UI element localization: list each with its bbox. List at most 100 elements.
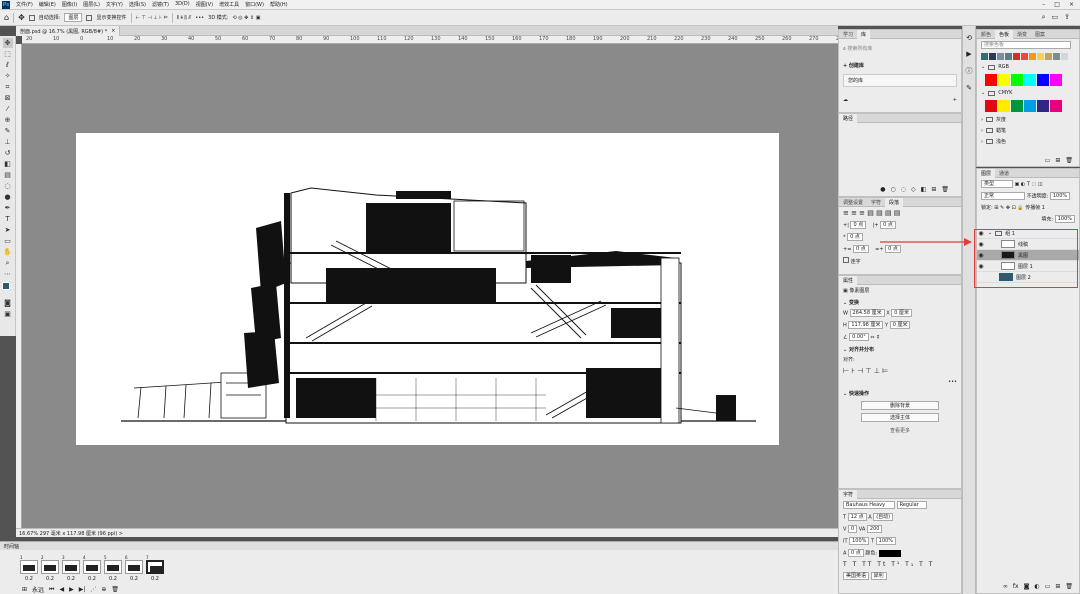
space-before-input[interactable]: 0 点 — [852, 245, 869, 253]
menu-item[interactable]: 图层(L) — [83, 1, 100, 8]
3d-controls[interactable]: ⟲ ◎ ✥ ⇕ ▣ — [232, 15, 260, 21]
move-tool-icon[interactable]: ✥ — [2, 38, 13, 48]
swatch-search-input[interactable]: 搜索色板 — [981, 41, 1071, 49]
fill-input[interactable]: 100% — [1054, 215, 1075, 223]
flip-icons[interactable]: ⇔ ⇕ — [870, 335, 880, 341]
color-swatch[interactable] — [985, 74, 997, 86]
move-tool-icon[interactable]: ✥ — [18, 13, 25, 22]
frame-delay[interactable]: 0.2 — [25, 576, 33, 582]
frame-delay[interactable]: 0.2 — [151, 576, 159, 582]
color-swatch[interactable] — [1024, 74, 1036, 86]
left-indent-input[interactable]: 0 点 — [850, 221, 867, 229]
new-layer-icon[interactable]: ⊞ — [1055, 583, 1060, 590]
height-input[interactable]: 117.98 厘米 — [848, 321, 884, 329]
blend-mode-dropdown[interactable]: 正常 — [981, 192, 1025, 200]
tab-character[interactable]: 字符 — [867, 198, 885, 207]
shape-tool-icon[interactable]: ▭ — [3, 236, 13, 246]
timeline-frame[interactable]: 6 0.2 — [125, 555, 143, 582]
eraser-tool-icon[interactable]: ◧ — [3, 159, 13, 169]
info-icon[interactable]: ⓘ — [966, 66, 973, 76]
home-icon[interactable]: ⌂ — [4, 13, 9, 22]
history-icon[interactable]: ⟲ — [966, 34, 972, 42]
kerning-input[interactable]: 0 — [848, 525, 858, 533]
color-swatch[interactable] — [1037, 74, 1049, 86]
recent-swatch[interactable] — [1037, 53, 1044, 60]
menu-item[interactable]: 编辑(E) — [39, 1, 56, 8]
minimize-icon[interactable]: – — [1042, 1, 1045, 8]
crop-tool-icon[interactable]: ⌗ — [3, 82, 13, 92]
play-icon[interactable]: ▶ — [69, 586, 74, 593]
swatch-group[interactable]: › 灰度 — [977, 114, 1079, 125]
tab-layers[interactable]: 图层 — [977, 168, 996, 178]
frame-delay[interactable]: 0.2 — [109, 576, 117, 582]
show-transform-checkbox[interactable] — [86, 14, 93, 21]
recent-swatch[interactable] — [997, 53, 1004, 60]
create-library-button[interactable]: + 创建库 — [839, 60, 961, 71]
y-input[interactable]: 0 厘米 — [889, 321, 911, 329]
pen-tool-icon[interactable]: ✒ — [3, 203, 13, 213]
convert-icon[interactable]: ⊞ — [22, 586, 27, 593]
font-size-input[interactable]: 12 点 — [847, 513, 867, 521]
recent-swatch[interactable] — [1021, 53, 1028, 60]
delete-frame-icon[interactable]: 🗑 — [111, 586, 119, 593]
recent-swatch[interactable] — [1045, 53, 1052, 60]
actions-icon[interactable]: ▶ — [966, 50, 971, 58]
link-icon[interactable]: ∞ — [1003, 583, 1008, 590]
antialias-dropdown[interactable]: 犀利 — [870, 572, 887, 580]
layer-filter-dropdown[interactable]: 类型 — [981, 180, 1013, 188]
tab-color[interactable]: 颜色 — [977, 30, 995, 39]
swatch-group[interactable]: › 蜡笔 — [977, 125, 1079, 136]
frame-delay[interactable]: 0.2 — [88, 576, 96, 582]
select-subject-button[interactable]: 选择主体 — [861, 413, 939, 422]
hand-tool-icon[interactable]: ✋ — [3, 247, 13, 257]
mask-icon[interactable]: ◧ — [921, 186, 927, 193]
add-icon[interactable]: + — [953, 97, 957, 103]
dodge-tool-icon[interactable]: ● — [3, 192, 13, 202]
color-swatch[interactable] — [985, 100, 997, 112]
menu-item[interactable]: 文件(F) — [16, 1, 33, 8]
lock-icons[interactable]: ⊞ ✎ ✥ ⊡ 🔒 — [994, 205, 1023, 211]
color-swatch[interactable] — [1011, 100, 1023, 112]
x-input[interactable]: 0 厘米 — [891, 309, 913, 317]
share-icon[interactable]: ⇪ — [1064, 13, 1070, 22]
menu-item[interactable]: 选择(S) — [129, 1, 146, 8]
frame-delay[interactable]: 0.2 — [46, 576, 54, 582]
mask-icon[interactable]: ◙ — [1024, 583, 1030, 590]
swatch-group[interactable]: ⌄ RGB — [977, 62, 1079, 72]
new-swatch-icon[interactable]: ⊞ — [1055, 157, 1060, 164]
color-swatch[interactable] — [1050, 74, 1062, 86]
horizontal-scale-input[interactable]: 100% — [875, 537, 896, 545]
tab-paths[interactable]: 路径 — [839, 113, 858, 123]
language-dropdown[interactable]: 美国英语 — [843, 572, 870, 580]
tab-swatches[interactable]: 色板 — [995, 29, 1014, 39]
menu-item[interactable]: 滤镜(T) — [152, 1, 169, 8]
recent-swatch[interactable] — [1053, 53, 1060, 60]
color-swatch[interactable] — [1050, 100, 1062, 112]
timeline-frame[interactable]: 4 0.2 — [83, 555, 101, 582]
make-path-icon[interactable]: ◇ — [911, 186, 916, 193]
tab-paragraph[interactable]: 段落 — [885, 197, 904, 207]
foreground-color[interactable] — [1, 282, 10, 290]
auto-select-dropdown[interactable]: 图层 — [64, 13, 83, 22]
fx-icon[interactable]: fx — [1013, 583, 1019, 590]
right-indent-input[interactable]: 0 点 — [880, 221, 896, 229]
library-search-input[interactable]: 搜索所有库 — [847, 46, 872, 52]
color-swatch[interactable] — [1037, 100, 1049, 112]
view-more-link[interactable]: 查看更多 — [839, 425, 961, 436]
timeline-frame[interactable]: 5 0.2 — [104, 555, 122, 582]
marquee-tool-icon[interactable]: ⬚ — [3, 49, 13, 59]
delete-path-icon[interactable]: 🗑 — [941, 186, 949, 193]
library-item[interactable]: 您的库 — [843, 74, 957, 87]
brush-settings-icon[interactable]: ✎ — [966, 84, 972, 92]
delete-swatch-icon[interactable]: 🗑 — [1065, 157, 1073, 164]
stroke-path-icon[interactable]: ○ — [891, 186, 896, 193]
tab-properties[interactable]: 属性 — [839, 275, 858, 285]
path-select-icon[interactable]: ➤ — [3, 225, 13, 235]
chevron-icon[interactable]: ⌄ — [981, 90, 985, 96]
frame-delay[interactable]: 0.2 — [130, 576, 138, 582]
color-swatch[interactable] — [998, 100, 1010, 112]
auto-select-checkbox[interactable] — [28, 14, 35, 21]
remove-background-button[interactable]: 删除背景 — [861, 401, 939, 410]
history-brush-icon[interactable]: ↺ — [3, 148, 13, 158]
eyedropper-icon[interactable]: ⁄ — [3, 104, 13, 114]
